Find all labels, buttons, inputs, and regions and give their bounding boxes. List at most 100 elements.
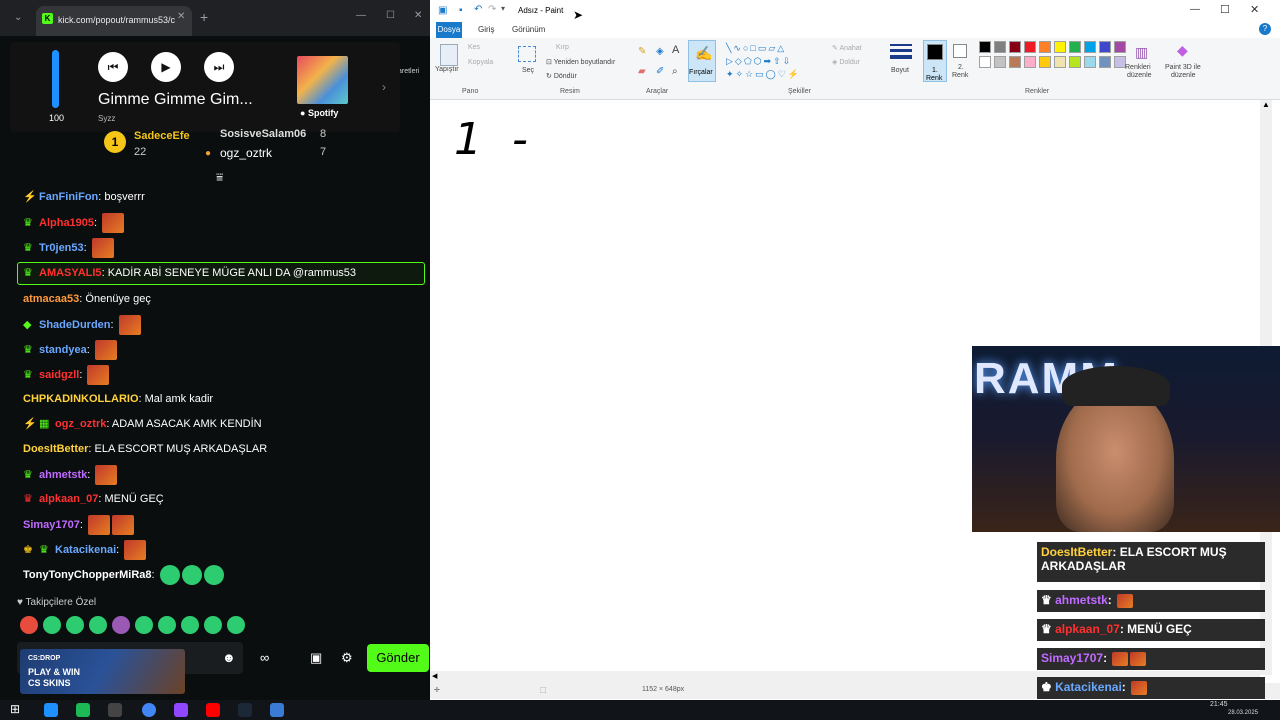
browser-tab[interactable]: kick.com/popout/rammus53/c	[36, 6, 192, 36]
fill-icon[interactable]: ◈	[656, 46, 664, 57]
minimize-icon[interactable]: —	[356, 10, 366, 21]
chat-username[interactable]: Simay1707	[23, 519, 80, 531]
eraser-icon[interactable]: ▰	[638, 66, 646, 77]
edit-colors-label-a[interactable]: Renkleri	[1125, 64, 1151, 71]
maximize-icon[interactable]: ☐	[1220, 3, 1230, 16]
palette-swatch[interactable]	[1099, 41, 1111, 53]
paint3d-label-b[interactable]: düzenle	[1171, 72, 1196, 79]
size-icon[interactable]	[890, 44, 912, 64]
chat-username[interactable]: CHPKADINKOLLARIO	[23, 393, 139, 405]
tab-view[interactable]: Görünüm	[512, 25, 545, 34]
chat-username[interactable]: saidgzll	[39, 369, 79, 381]
youtube-taskbar-icon[interactable]	[206, 703, 220, 717]
emote-picker-item[interactable]	[227, 616, 245, 634]
copy-button[interactable]: Kopyala	[468, 59, 493, 66]
palette-swatch[interactable]	[1099, 56, 1111, 68]
color-picker-icon[interactable]: ✐	[656, 66, 664, 77]
save-icon[interactable]: ▪	[459, 5, 463, 16]
windows-start-icon[interactable]: ⊞	[10, 702, 20, 716]
send-button[interactable]: Gönder	[367, 644, 429, 672]
magnifier-icon[interactable]: ⌕	[672, 66, 678, 77]
text-icon[interactable]: A	[672, 44, 679, 56]
palette-swatch[interactable]	[994, 41, 1006, 53]
chat-username[interactable]: atmacaa53	[23, 293, 79, 305]
palette-swatch[interactable]	[1009, 56, 1021, 68]
palette-swatch[interactable]	[979, 56, 991, 68]
taskbar-app-icon[interactable]	[174, 703, 188, 717]
emote-picker-item[interactable]	[158, 616, 176, 634]
chat-username[interactable]: ogz_oztrk	[55, 418, 106, 430]
palette-swatch[interactable]	[1084, 56, 1096, 68]
pencil-icon[interactable]: ✎	[638, 46, 646, 57]
emote-picker-item[interactable]	[89, 616, 107, 634]
palette-swatch[interactable]	[1024, 41, 1036, 53]
scroll-up-icon[interactable]: ▲	[1262, 100, 1270, 109]
emote-picker-item[interactable]	[204, 616, 222, 634]
shapes-gallery[interactable]: ╲∿○□▭▱△ ▷◇⬠⬡➡⇧⇩ ✦✧☆▭◯♡⚡	[726, 42, 818, 82]
undo-icon[interactable]: ↶	[474, 4, 482, 15]
chat-username[interactable]: standyea	[39, 344, 87, 356]
edit-colors-icon[interactable]: ▥	[1135, 44, 1148, 61]
resize-button[interactable]: ⊡ Yeniden boyutlandır	[546, 58, 615, 66]
quick-access-dropdown-icon[interactable]: ▾	[501, 4, 505, 13]
chat-username[interactable]: DoesItBetter	[23, 443, 88, 455]
steam-taskbar-icon[interactable]	[238, 703, 252, 717]
palette-swatch[interactable]	[1054, 56, 1066, 68]
chat-username[interactable]: alpkaan_07	[39, 493, 98, 505]
palette-swatch[interactable]	[979, 41, 991, 53]
fill-button[interactable]: ◈ Doldur	[832, 58, 860, 66]
paste-icon[interactable]	[440, 44, 458, 66]
chevron-right-icon[interactable]: ›	[382, 80, 386, 94]
taskbar-app-icon[interactable]	[44, 703, 58, 717]
gift-icon[interactable]: ▣	[310, 650, 322, 666]
color1-button[interactable]: 1. Renk	[923, 40, 947, 82]
close-window-icon[interactable]: ✕	[414, 10, 422, 21]
palette-swatch[interactable]	[1039, 41, 1051, 53]
color2-swatch[interactable]	[953, 44, 967, 58]
palette-swatch[interactable]	[1084, 41, 1096, 53]
edit-colors-label-b[interactable]: düzenle	[1127, 72, 1152, 79]
maximize-icon[interactable]: ☐	[386, 10, 395, 21]
close-tab-icon[interactable]: ✕	[177, 11, 185, 22]
palette-swatch[interactable]	[1039, 56, 1051, 68]
new-tab-button[interactable]: +	[200, 9, 208, 25]
tab-file[interactable]: Dosya	[436, 22, 462, 38]
emoji-icon[interactable]: ☻	[222, 650, 236, 665]
chrome-taskbar-icon[interactable]	[142, 703, 156, 717]
chat-username[interactable]: ahmetstk	[39, 469, 87, 481]
palette-swatch[interactable]	[1069, 41, 1081, 53]
paste-button[interactable]: Yapıştır	[435, 66, 459, 73]
clock-date[interactable]: 28.03.2025	[1228, 710, 1258, 716]
paint-taskbar-icon[interactable]	[270, 703, 284, 717]
emote-picker-item[interactable]	[66, 616, 84, 634]
outline-button[interactable]: ✎ Anahat	[832, 44, 862, 52]
chat-username[interactable]: TonyTonyChopperMiRa8	[23, 569, 152, 581]
select-icon[interactable]	[518, 46, 536, 62]
palette-swatch[interactable]	[994, 56, 1006, 68]
crop-button[interactable]: Kırp	[556, 44, 569, 51]
cut-button[interactable]: Kes	[468, 44, 480, 51]
collapse-icon[interactable]: ⩸	[216, 170, 223, 185]
paint3d-label-a[interactable]: Paint 3D ile	[1165, 64, 1201, 71]
volume-slider[interactable]	[52, 50, 59, 108]
chat-username[interactable]: Katacikenai	[55, 544, 116, 556]
help-icon[interactable]: ?	[1259, 23, 1271, 35]
rotate-button[interactable]: ↻ Döndür	[546, 72, 577, 80]
previous-track-button[interactable]: ⏮	[98, 52, 128, 82]
palette-swatch[interactable]	[1009, 41, 1021, 53]
chat-username[interactable]: AMASYALI5	[39, 267, 102, 279]
emote-picker-item[interactable]	[181, 616, 199, 634]
spotify-taskbar-icon[interactable]	[76, 703, 90, 717]
chat-username[interactable]: Alpha1905	[39, 217, 94, 229]
size-button[interactable]: Boyut	[891, 67, 909, 74]
play-button[interactable]: ▶	[151, 52, 181, 82]
next-track-button[interactable]: ⏭	[204, 52, 234, 82]
palette-swatch[interactable]	[1054, 41, 1066, 53]
brushes-button[interactable]: ✍ Fırçalar	[688, 40, 716, 82]
redo-icon[interactable]: ↷	[488, 4, 496, 15]
close-icon[interactable]: ✕	[1250, 3, 1259, 16]
emote-picker-item[interactable]	[43, 616, 61, 634]
tab-list-icon[interactable]: ⌄	[14, 12, 22, 23]
emote-picker-item[interactable]	[20, 616, 38, 634]
palette-swatch[interactable]	[1069, 56, 1081, 68]
